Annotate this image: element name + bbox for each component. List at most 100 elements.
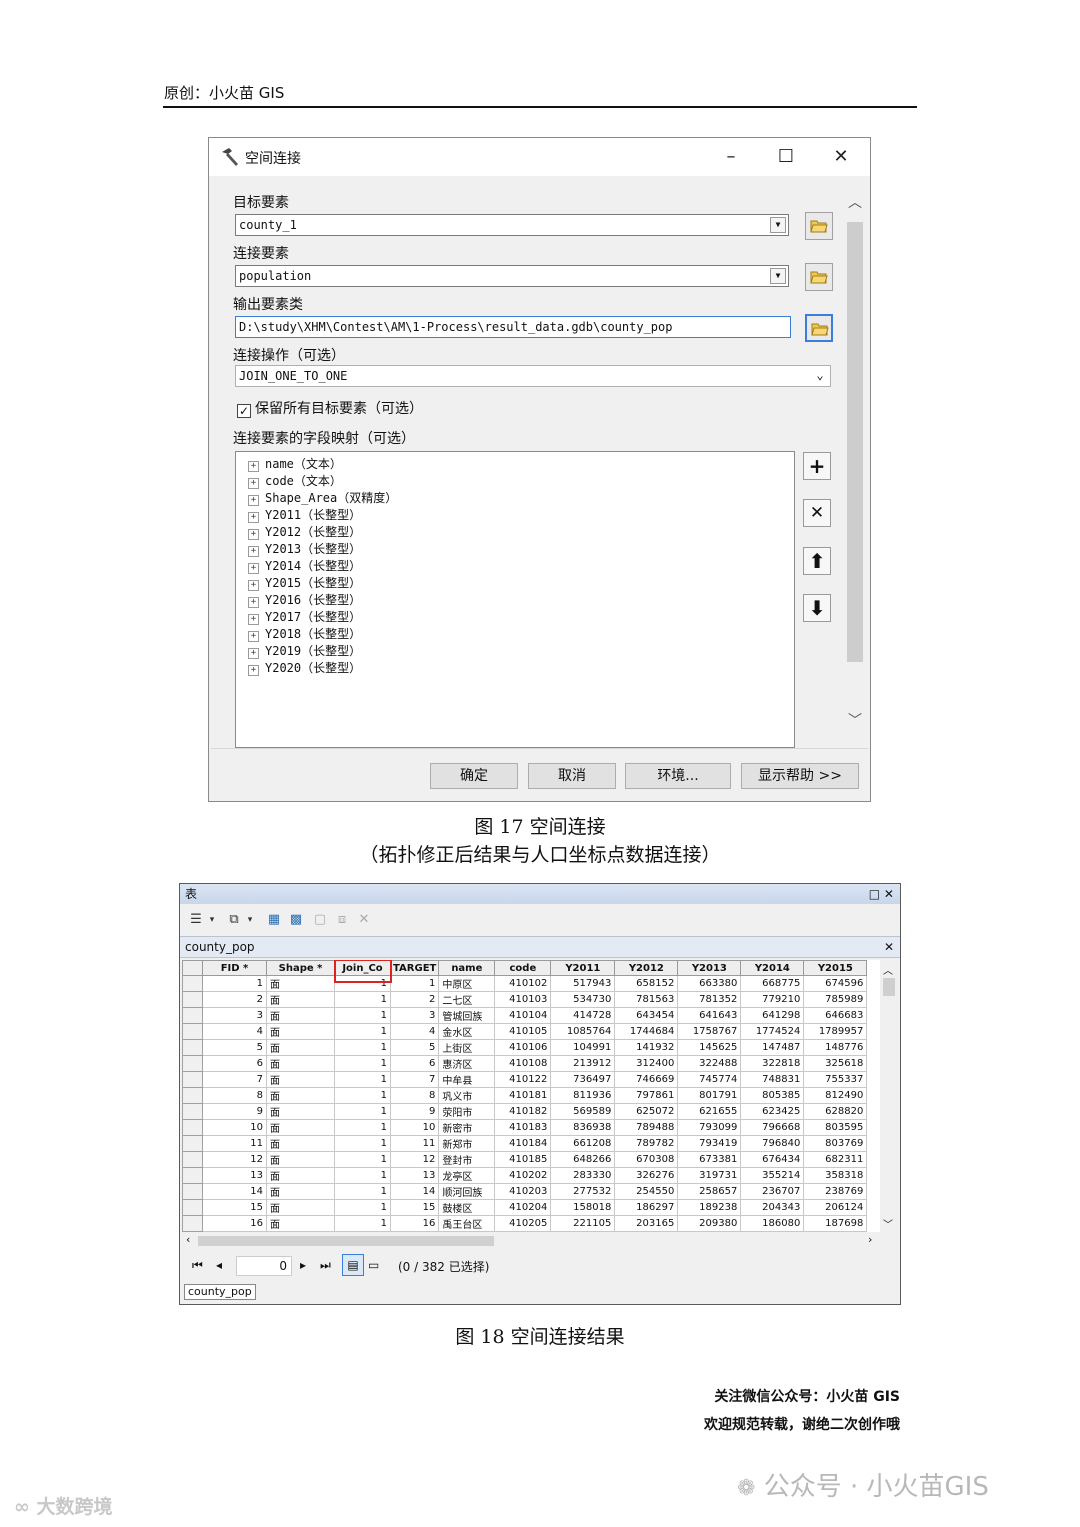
move-up-button[interactable]: ⬆	[803, 547, 831, 575]
table-row[interactable]: 16 面 1 16 禹王台区 410205 221105 203165 209380 186080…	[182, 1215, 868, 1232]
environments-button[interactable]: 环境...	[625, 763, 731, 789]
chevron-down-icon[interactable]: ▾	[242, 912, 258, 928]
ok-button[interactable]: 确定	[430, 763, 518, 789]
row-selector[interactable]	[182, 1087, 203, 1104]
scroll-thumb[interactable]	[198, 1236, 494, 1246]
field-map-item[interactable]: + Y2015（长整型）	[248, 574, 361, 591]
dialog-scrollbar[interactable]: ︿ ﹀	[845, 184, 865, 740]
row-selector[interactable]	[182, 1199, 203, 1216]
minimize-button[interactable]: –	[718, 144, 744, 170]
show-selected-records-icon[interactable]: ▭	[368, 1258, 379, 1272]
move-down-button[interactable]: ⬇	[803, 594, 831, 622]
column-header[interactable]: Y2013	[677, 960, 742, 976]
grid-vertical-scrollbar[interactable]: ︿ ﹀	[880, 960, 898, 1232]
column-header[interactable]: Y2014	[740, 960, 805, 976]
join-operation-select[interactable]: JOIN_ONE_TO_ONE ⌄	[235, 365, 831, 387]
first-record-icon[interactable]: ⏮	[192, 1258, 203, 1273]
expand-icon[interactable]: +	[248, 563, 259, 574]
keep-all-row[interactable]: ✓ 保留所有目标要素（可选）	[237, 398, 423, 418]
row-selector[interactable]	[182, 1183, 203, 1200]
table-row[interactable]: 8 面 1 8 巩义市 410181 811936 797861 801791 805385 812…	[182, 1087, 868, 1104]
dropdown-arrow-icon[interactable]: ▼	[770, 217, 786, 233]
maximize-button[interactable]: ☐	[773, 144, 799, 170]
expand-icon[interactable]: +	[248, 546, 259, 557]
table-row[interactable]: 9 面 1 9 荥阳市 410182 569589 625072 621655 623425 628…	[182, 1103, 868, 1120]
table-row[interactable]: 3 面 1 3 管城回族 410104 414728 643454 641643 641298 64…	[182, 1007, 868, 1024]
field-map-item[interactable]: + Y2018（长整型）	[248, 625, 361, 642]
expand-icon[interactable]: +	[248, 529, 259, 540]
row-selector[interactable]	[182, 1039, 203, 1056]
expand-icon[interactable]: +	[248, 597, 259, 608]
attribute-grid[interactable]: FID * Shape * Join_Co TARGET name code Y2011 Y2…	[182, 960, 880, 1232]
table-bottom-tab[interactable]: county_pop	[184, 1284, 256, 1300]
output-browse-button[interactable]	[805, 314, 833, 342]
field-map-item[interactable]: + Y2012（长整型）	[248, 523, 361, 540]
last-record-icon[interactable]: ⏭	[320, 1258, 331, 1273]
cancel-button[interactable]: 取消	[528, 763, 616, 789]
switch-selection-icon[interactable]: ▩	[288, 912, 304, 928]
field-map-list[interactable]: + name（文本） + code（文本） + Shape_Area（双精度） + Y2…	[235, 451, 795, 748]
target-browse-button[interactable]	[805, 212, 833, 240]
window-controls[interactable]: □ ✕	[869, 884, 894, 904]
scroll-up-icon[interactable]: ︿	[847, 192, 863, 212]
row-selector[interactable]	[182, 975, 203, 992]
expand-icon[interactable]: +	[248, 495, 259, 506]
close-button[interactable]: ✕	[828, 144, 854, 170]
output-features-input[interactable]: D:\study\XHM\Contest\AM\1-Process\result…	[235, 316, 791, 338]
close-icon[interactable]: ✕	[884, 937, 894, 957]
next-record-icon[interactable]: ▸	[300, 1258, 306, 1272]
field-map-item[interactable]: + Y2016（长整型）	[248, 591, 361, 608]
expand-icon[interactable]: +	[248, 614, 259, 625]
table-row[interactable]: 10 面 1 10 新密市 410183 836938 789488 793099 796668 8…	[182, 1119, 868, 1136]
show-help-button[interactable]: 显示帮助 >>	[741, 763, 859, 789]
delete-selected-icon[interactable]: ✕	[356, 912, 372, 928]
expand-icon[interactable]: +	[248, 512, 259, 523]
row-selector[interactable]	[182, 1103, 203, 1120]
row-selector[interactable]	[182, 991, 203, 1008]
row-selector[interactable]	[182, 1151, 203, 1168]
column-header[interactable]: name	[438, 960, 496, 976]
record-number-input[interactable]: 0	[236, 1256, 292, 1276]
add-field-button[interactable]: +	[803, 452, 831, 480]
field-map-item[interactable]: + Shape_Area（双精度）	[248, 489, 397, 506]
expand-icon[interactable]: +	[248, 648, 259, 659]
table-row[interactable]: 17面117祥符区4102126877656386986394316415546…	[182, 1231, 868, 1232]
table-row[interactable]: 15 面 1 15 鼓楼区 410204 158018 186297 189238 204343 2…	[182, 1199, 868, 1216]
scroll-left-icon[interactable]: ‹	[186, 1233, 190, 1246]
column-header[interactable]: Y2011	[550, 960, 616, 976]
row-selector[interactable]	[182, 1007, 203, 1024]
expand-icon[interactable]: +	[248, 631, 259, 642]
zoom-to-selected-icon[interactable]: ⧈	[334, 912, 350, 928]
clear-selection-icon[interactable]: ▢	[312, 912, 328, 928]
expand-icon[interactable]: +	[248, 478, 259, 489]
join-features-combo[interactable]: population ▼	[235, 265, 789, 287]
field-map-item[interactable]: + Y2017（长整型）	[248, 608, 361, 625]
delete-field-button[interactable]: ✕	[803, 499, 831, 527]
table-row[interactable]: 2 面 1 2 二七区 410103 534730 781563 781352 779210 785…	[182, 991, 868, 1008]
row-selector[interactable]	[182, 1135, 203, 1152]
field-map-item[interactable]: + Y2011（长整型）	[248, 506, 361, 523]
row-selector[interactable]	[182, 1231, 203, 1232]
table-row[interactable]: 1 面 1 1 中原区 410102 517943 658152 663380 668775 674…	[182, 975, 868, 992]
field-map-item[interactable]: + Y2019（长整型）	[248, 642, 361, 659]
table-row[interactable]: 5 面 1 5 上街区 410106 104991 141932 145625 147487 148…	[182, 1039, 868, 1056]
previous-record-icon[interactable]: ◂	[216, 1258, 222, 1272]
column-header[interactable]: FID *	[202, 960, 267, 976]
row-selector[interactable]	[182, 1055, 203, 1072]
target-features-combo[interactable]: county_1 ▼	[235, 214, 789, 236]
expand-icon[interactable]: +	[248, 665, 259, 676]
scroll-down-icon[interactable]: ﹀	[847, 710, 863, 730]
column-header[interactable]: Y2015	[803, 960, 868, 976]
expand-icon[interactable]: +	[248, 580, 259, 591]
table-row[interactable]: 6 面 1 6 惠济区 410108 213912 312400 322488 322818 325…	[182, 1055, 868, 1072]
table-row[interactable]: 14 面 1 14 顺河回族 410203 277532 254550 258657 236707…	[182, 1183, 868, 1200]
column-header[interactable]: Join_Co	[334, 960, 391, 976]
table-row[interactable]: 11 面 1 11 新郑市 410184 661208 789782 793419 796840 8…	[182, 1135, 868, 1152]
expand-icon[interactable]: +	[248, 461, 259, 472]
dropdown-arrow-icon[interactable]: ▼	[770, 268, 786, 284]
scroll-right-icon[interactable]: ›	[868, 1233, 872, 1246]
join-browse-button[interactable]	[805, 263, 833, 291]
row-selector-header[interactable]	[182, 960, 203, 976]
table-row[interactable]: 12 面 1 12 登封市 410185 648266 670308 673381 676434 6…	[182, 1151, 868, 1168]
column-header[interactable]: Shape *	[266, 960, 335, 976]
